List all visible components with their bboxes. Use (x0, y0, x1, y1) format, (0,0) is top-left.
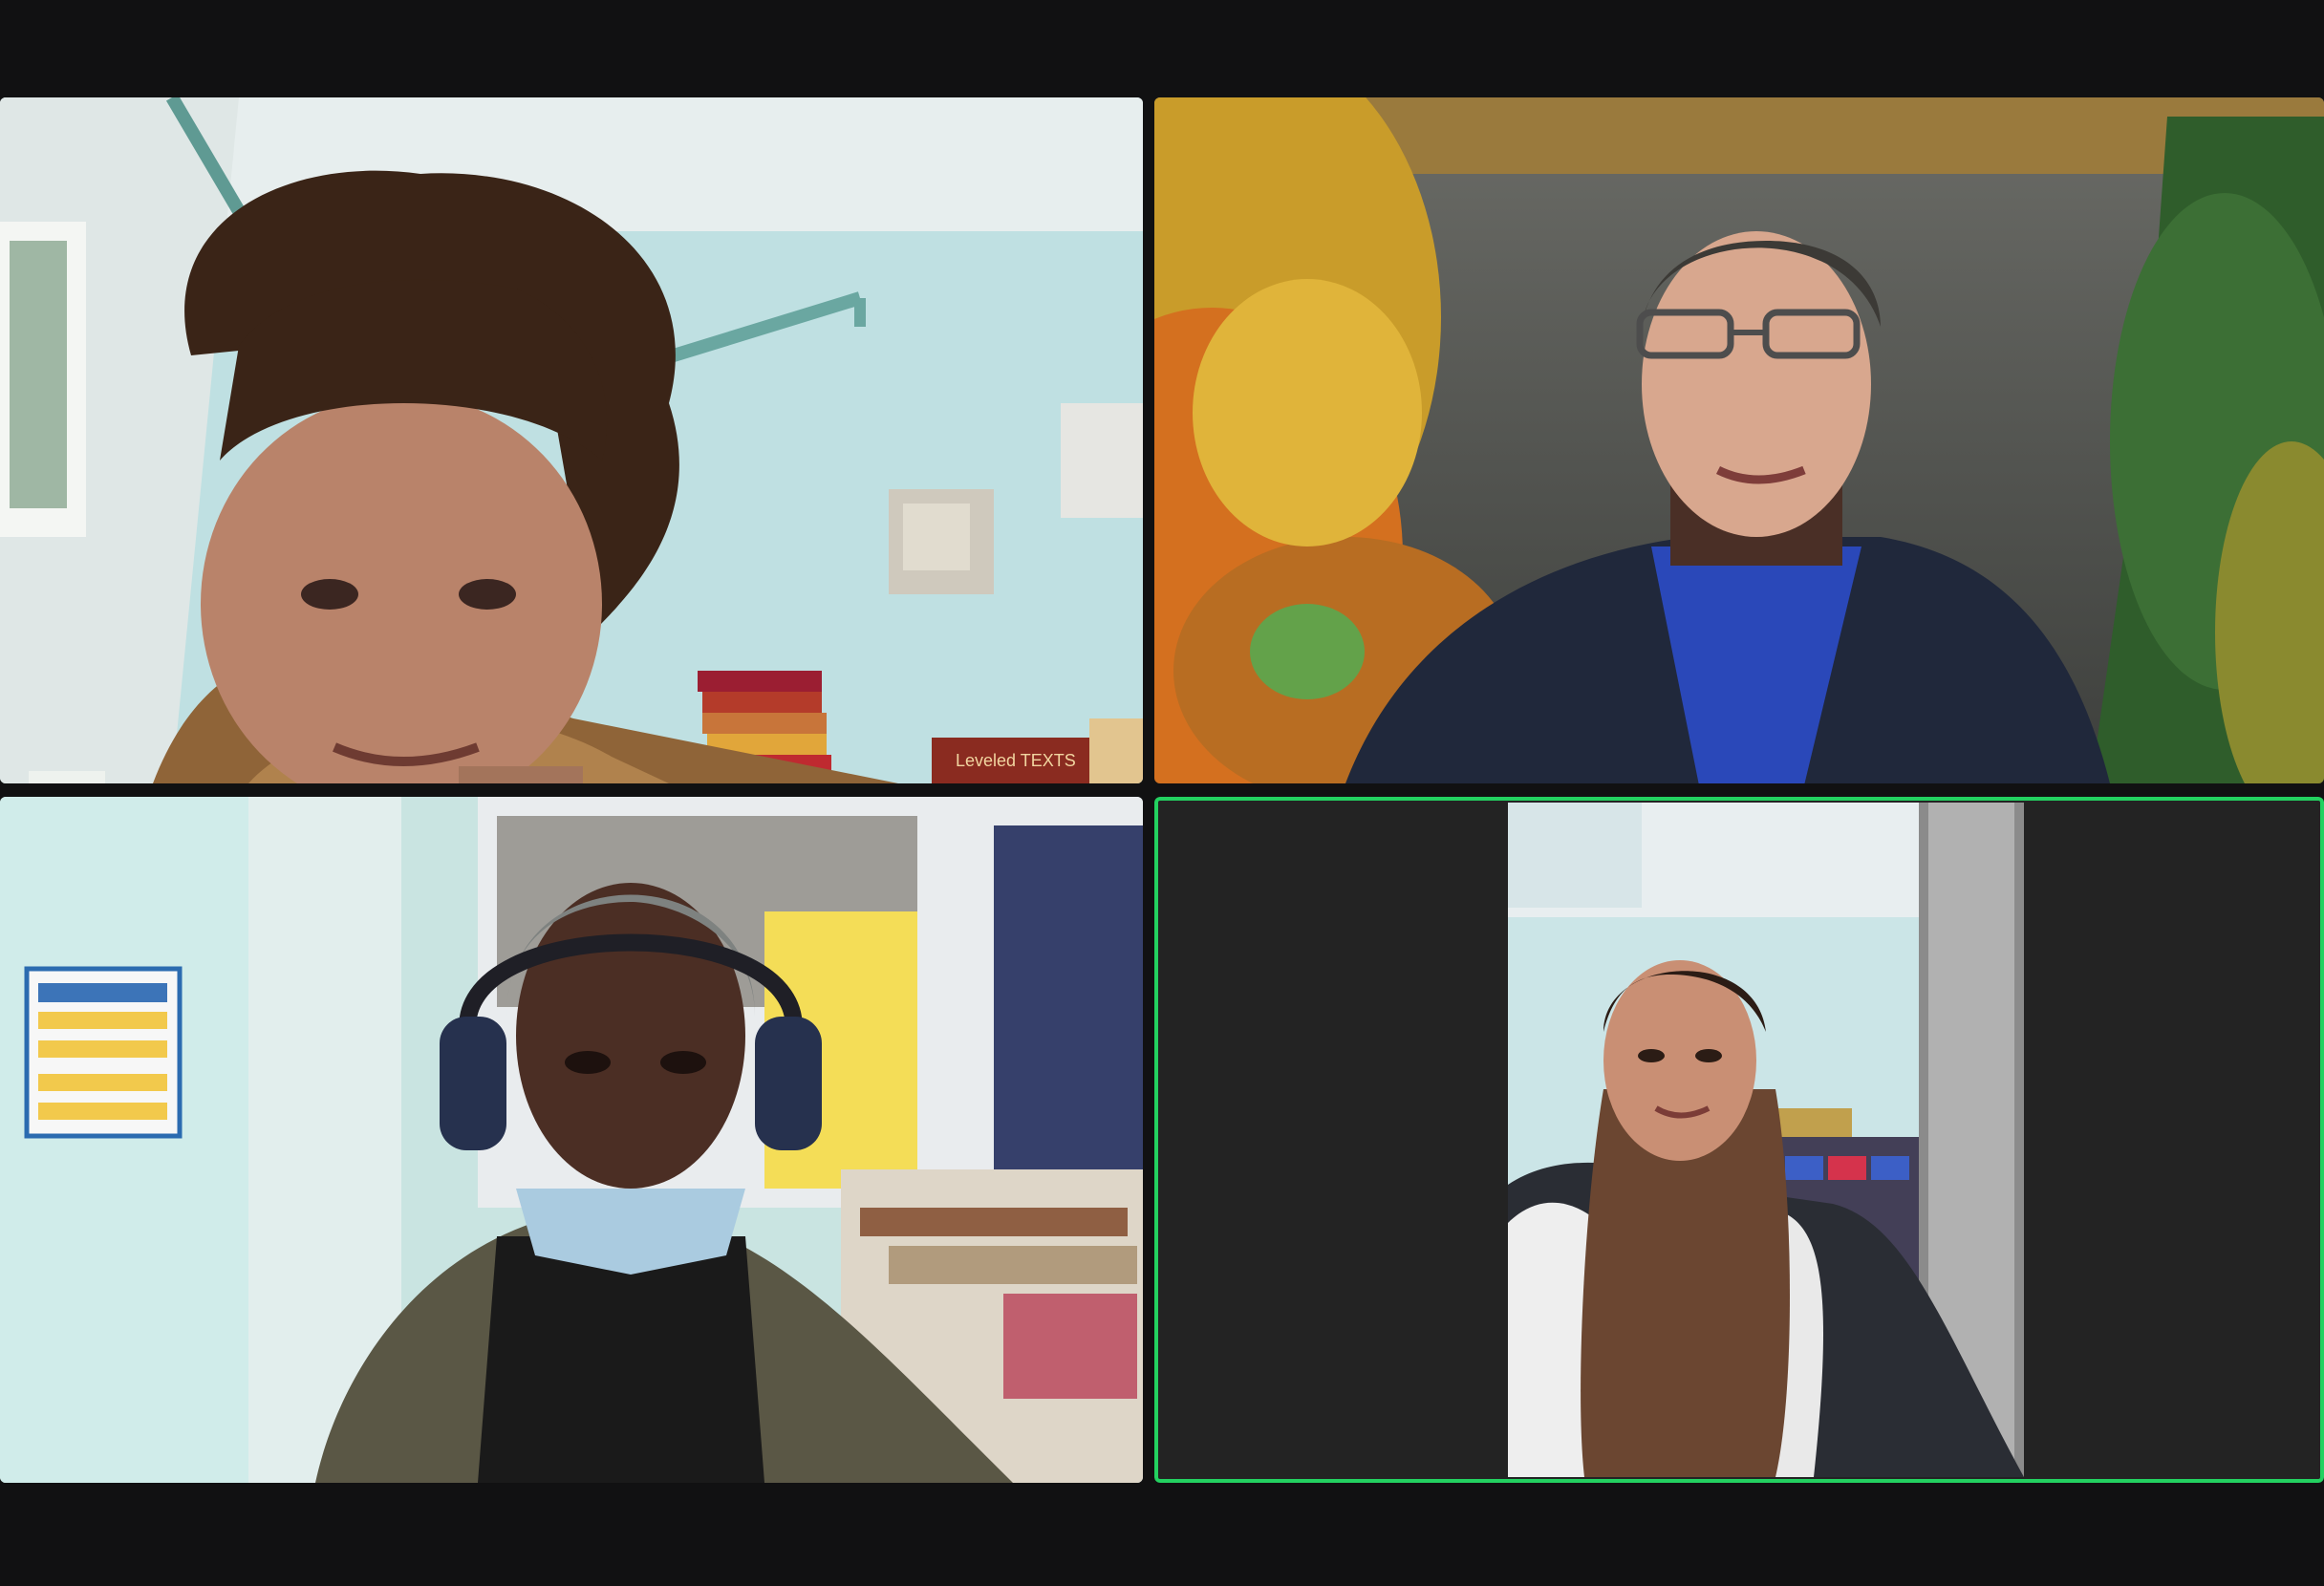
book-box: Leveled TEXTS (932, 738, 1104, 783)
participant-tile-1[interactable]: Leveled TEXTS (0, 97, 1143, 783)
video-gallery: Leveled TEXTS (0, 0, 2324, 1586)
participant-video-1: Leveled TEXTS (0, 97, 1143, 783)
participant-video-2 (1154, 97, 2324, 783)
participant-tile-2[interactable] (1154, 97, 2324, 783)
svg-text:Leveled TEXTS: Leveled TEXTS (956, 751, 1076, 770)
participant-video-4 (1154, 797, 2324, 1483)
wall-poster (24, 966, 183, 1139)
participant-video-3 (0, 797, 1143, 1483)
participant-tile-3[interactable] (0, 797, 1143, 1483)
participant-tile-4[interactable] (1154, 797, 2324, 1483)
